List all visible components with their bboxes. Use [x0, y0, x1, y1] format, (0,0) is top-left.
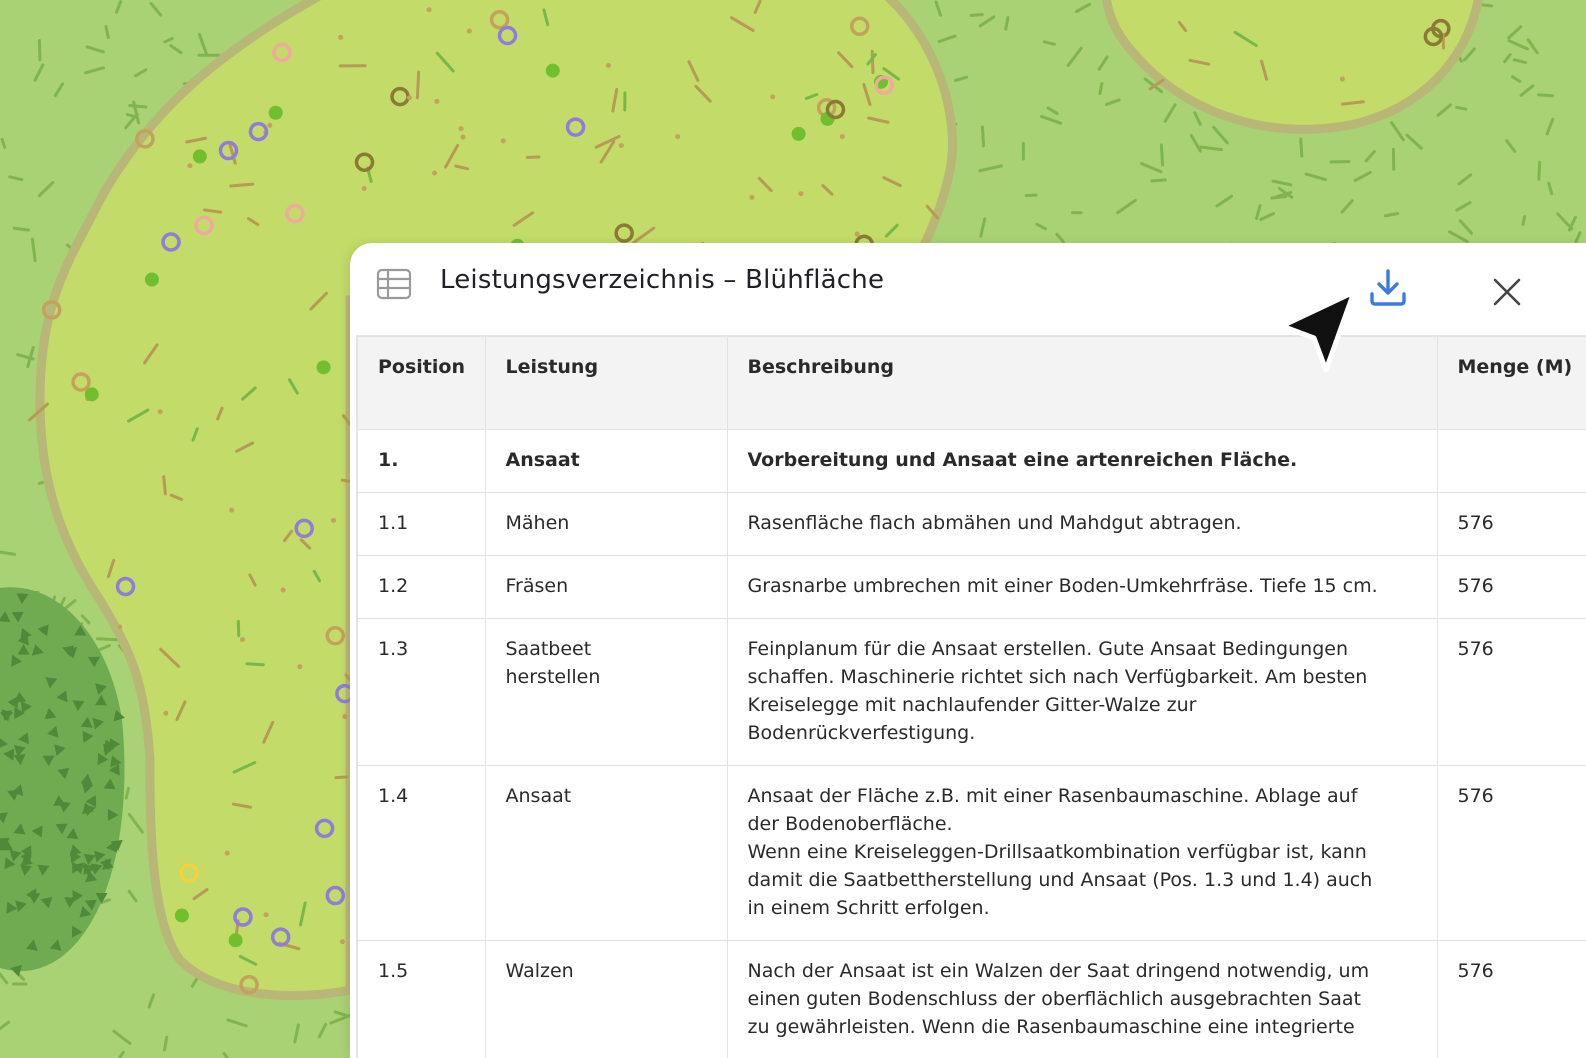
cell-position: 1.4 [358, 765, 486, 941]
cell-leistung: Ansaat [485, 765, 728, 941]
cell-leistung: Saatbeet herstellen [485, 618, 728, 766]
cell-leistung: Fräsen [485, 555, 728, 619]
table-header-row: Position Leistung Beschreibung Menge (M) [358, 337, 1586, 430]
column-header-leistung[interactable]: Leistung [485, 337, 728, 430]
cursor-arrow-icon [1279, 289, 1357, 373]
cell-position: 1. [358, 429, 486, 493]
cell-position: 1.2 [358, 555, 486, 619]
cell-leistung: Ansaat [485, 429, 728, 493]
panel-title: Leistungsverzeichnis – Blühfläche [440, 265, 885, 295]
table-row[interactable]: 1.3 Saatbeet herstellen Feinplanum für d… [358, 618, 1586, 766]
table-icon [376, 268, 412, 300]
close-icon[interactable] [1488, 273, 1526, 311]
cell-position: 1.1 [358, 492, 486, 556]
cell-menge: 576 [1437, 492, 1586, 556]
cell-leistung: Mähen [485, 492, 728, 556]
table-row[interactable]: 1. Ansaat Vorbereitung und Ansaat eine a… [358, 429, 1586, 493]
cell-beschreibung: Ansaat der Fläche z.B. mit einer Rasenba… [727, 765, 1438, 941]
cell-menge: 576 [1437, 765, 1586, 941]
cell-beschreibung: Grasnarbe umbrechen mit einer Boden-Umke… [727, 555, 1438, 619]
cell-beschreibung: Feinplanum für die Ansaat erstellen. Gut… [727, 618, 1438, 766]
panel-header: Leistungsverzeichnis – Blühfläche [350, 243, 1586, 335]
service-table: Position Leistung Beschreibung Menge (M)… [358, 337, 1586, 1058]
table-row[interactable]: 1.5 Walzen Nach der Ansaat ist ein Walze… [358, 940, 1586, 1058]
cell-leistung: Walzen [485, 940, 728, 1058]
cell-menge: 576 [1437, 555, 1586, 619]
cell-beschreibung: Nach der Ansaat ist ein Walzen der Saat … [727, 940, 1438, 1058]
download-icon[interactable] [1368, 267, 1408, 309]
cell-menge: 576 [1437, 940, 1586, 1058]
cell-beschreibung: Rasenfläche flach abmähen und Mahdgut ab… [727, 492, 1438, 556]
cell-position: 1.5 [358, 940, 486, 1058]
column-header-menge[interactable]: Menge (M) [1437, 337, 1586, 430]
cell-menge: 576 [1437, 618, 1586, 766]
column-header-position[interactable]: Position [358, 337, 486, 430]
cell-position: 1.3 [358, 618, 486, 766]
service-specification-panel: Leistungsverzeichnis – Blühfläche Positi… [350, 243, 1586, 1058]
table-row[interactable]: 1.4 Ansaat Ansaat der Fläche z.B. mit ei… [358, 765, 1586, 941]
table-row[interactable]: 1.2 Fräsen Grasnarbe umbrechen mit einer… [358, 555, 1586, 619]
table-row[interactable]: 1.1 Mähen Rasenfläche flach abmähen und … [358, 492, 1586, 556]
service-table-container[interactable]: Position Leistung Beschreibung Menge (M)… [356, 335, 1586, 1058]
cell-beschreibung: Vorbereitung und Ansaat eine artenreiche… [727, 429, 1438, 493]
cell-menge [1437, 429, 1586, 493]
